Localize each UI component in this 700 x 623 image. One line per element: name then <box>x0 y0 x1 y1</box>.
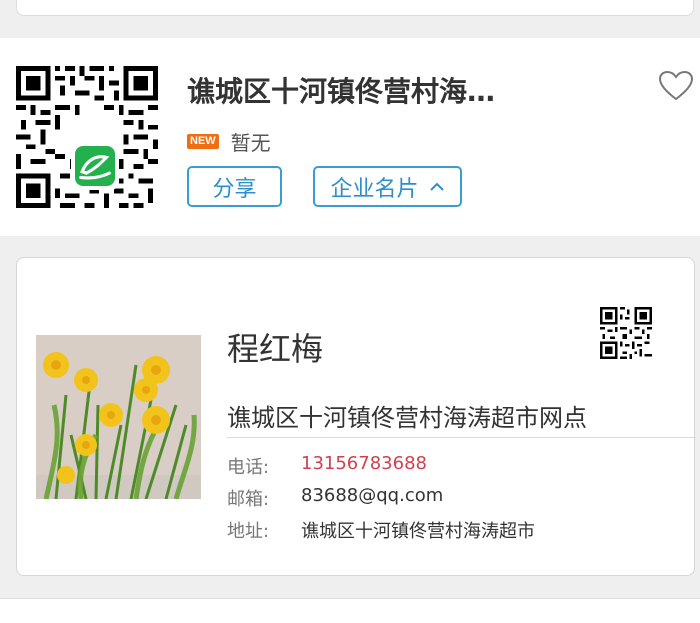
app-logo-icon <box>71 142 119 190</box>
status-row: NEW 暂无 <box>187 127 271 156</box>
person-name: 程红梅 <box>227 330 324 368</box>
email-row: 邮箱: 83688@qq.com <box>227 485 443 511</box>
business-card-toggle-button[interactable]: 企业名片 <box>313 166 462 207</box>
next-section <box>0 598 700 623</box>
business-card-button-label: 企业名片 <box>330 176 419 202</box>
company-panel: 谯城区十河镇佟营村海… NEW 暂无 分享 企业名片 <box>0 38 700 236</box>
address-label: 地址: <box>227 521 270 542</box>
company-name: 谯城区十河镇佟营村海… <box>187 75 496 108</box>
company-qr-code[interactable] <box>16 66 158 208</box>
daffodil-photo <box>36 335 201 499</box>
previous-card <box>16 0 694 16</box>
share-button[interactable]: 分享 <box>187 166 282 207</box>
business-card: 程红梅 谯城区十河镇佟营村海涛超市网点 电话: 13156783688 邮箱: … <box>16 257 696 576</box>
share-button-label: 分享 <box>212 176 257 202</box>
status-text: 暂无 <box>230 131 271 155</box>
card-qr-code[interactable] <box>600 307 652 359</box>
email-value: 83688@qq.com <box>301 485 444 506</box>
chevron-up-icon <box>429 174 445 199</box>
favorite-heart-icon[interactable] <box>658 70 694 102</box>
address-value: 谯城区十河镇佟营村海涛超市 <box>301 521 535 542</box>
phone-label: 电话: <box>227 457 270 478</box>
organization-name: 谯城区十河镇佟营村海涛超市网点 <box>227 404 587 432</box>
address-row: 地址: 谯城区十河镇佟营村海涛超市 <box>227 517 535 543</box>
divider <box>227 437 696 438</box>
email-label: 邮箱: <box>227 489 270 510</box>
phone-row: 电话: 13156783688 <box>227 453 427 479</box>
new-badge: NEW <box>187 134 219 149</box>
phone-link[interactable]: 13156783688 <box>301 453 427 479</box>
